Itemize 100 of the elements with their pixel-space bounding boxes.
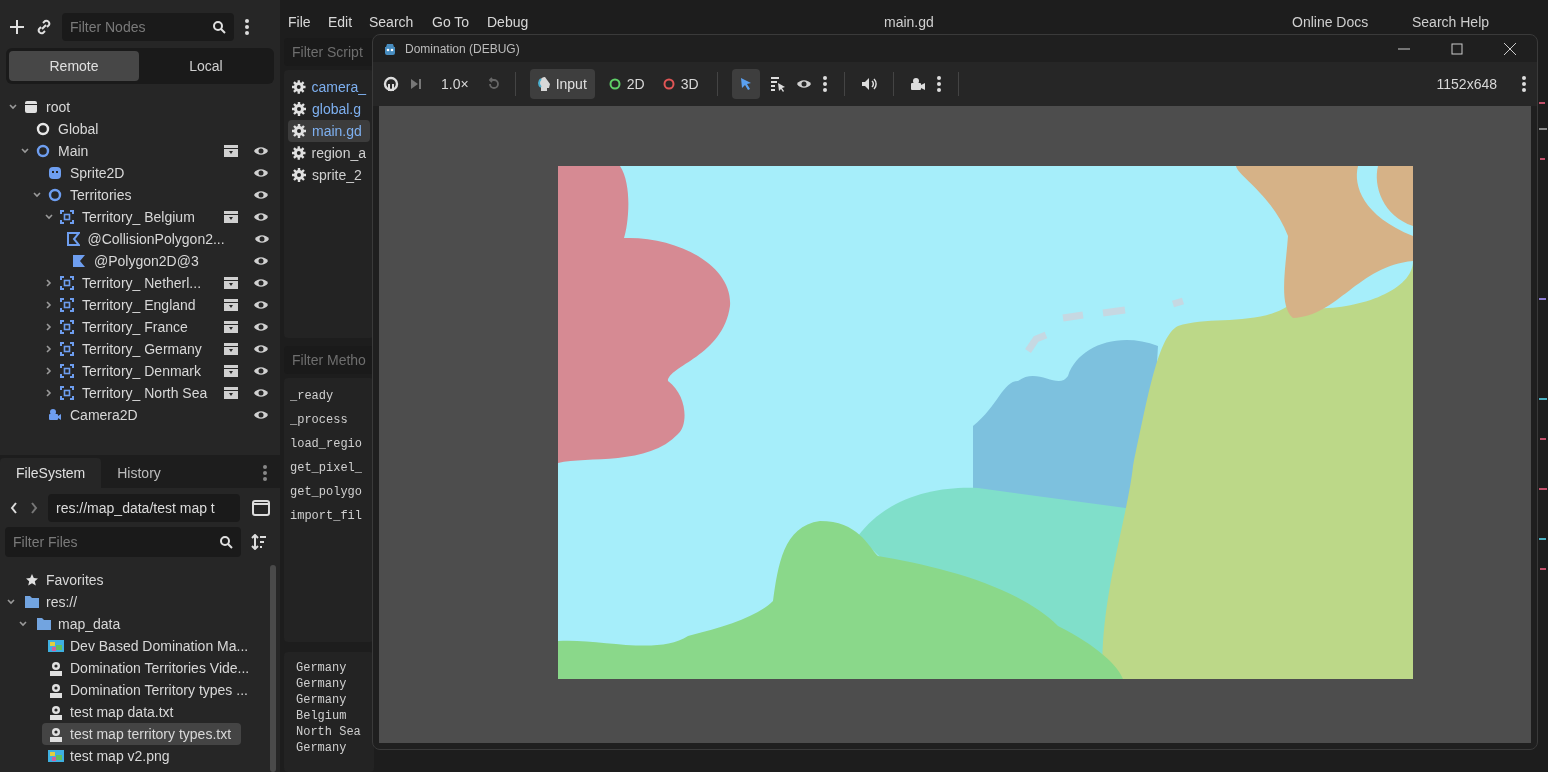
- mode-button[interactable]: 2D: [604, 69, 649, 99]
- camera-icon[interactable]: [909, 77, 926, 91]
- tab[interactable]: History: [101, 458, 177, 488]
- file-label[interactable]: test map data.txt: [70, 701, 174, 723]
- node-label[interactable]: @Polygon2D@3: [94, 250, 199, 272]
- node-label[interactable]: Territories: [70, 184, 132, 206]
- script-item[interactable]: camera_: [288, 76, 370, 98]
- menu-item[interactable]: Edit: [328, 14, 353, 30]
- eye-icon[interactable]: [253, 299, 269, 311]
- more-icon[interactable]: [1521, 75, 1527, 93]
- eye-icon[interactable]: [253, 145, 269, 157]
- menu-item[interactable]: Go To: [432, 14, 470, 30]
- back-icon[interactable]: [10, 501, 18, 515]
- node-label[interactable]: root: [46, 96, 71, 118]
- scrollbar[interactable]: [270, 565, 276, 772]
- chevron-right-icon[interactable]: [44, 366, 54, 376]
- node-label[interactable]: Territory_ England: [82, 294, 196, 316]
- method-item[interactable]: _process: [290, 408, 368, 432]
- file-label[interactable]: test map v2.png: [70, 745, 170, 767]
- chevron-right-icon[interactable]: [44, 344, 54, 354]
- node-label[interactable]: Main: [58, 140, 89, 162]
- pointer-button[interactable]: [731, 69, 760, 99]
- clapperboard-icon[interactable]: [223, 298, 239, 312]
- node-label[interactable]: Camera2D: [70, 404, 138, 426]
- link-icon[interactable]: [36, 19, 52, 35]
- eye-icon[interactable]: [253, 255, 269, 267]
- step-icon[interactable]: [409, 77, 423, 91]
- chevron-down-icon[interactable]: [8, 102, 18, 112]
- path-field[interactable]: res://map_data/test map t: [48, 494, 240, 522]
- method-item[interactable]: import_fil: [290, 504, 368, 528]
- chevron-right-icon[interactable]: [44, 322, 54, 332]
- clapperboard-icon[interactable]: [223, 210, 239, 224]
- sort-icon[interactable]: [251, 534, 267, 550]
- script-item[interactable]: sprite_2: [288, 164, 370, 186]
- filter-files-field[interactable]: Filter Files: [5, 527, 241, 557]
- node-label[interactable]: Territory_ North Sea: [82, 382, 208, 404]
- clapperboard-icon[interactable]: [223, 364, 239, 378]
- tab[interactable]: Remote: [9, 51, 139, 81]
- node-label[interactable]: Territory_ Netherl...: [82, 272, 202, 294]
- script-item[interactable]: main.gd: [288, 120, 370, 142]
- forward-icon[interactable]: [30, 501, 38, 515]
- pause-icon[interactable]: [383, 76, 399, 92]
- method-item[interactable]: load_regio: [290, 432, 368, 456]
- node-label[interactable]: Sprite2D: [70, 162, 125, 184]
- speed-label[interactable]: 1.0×: [441, 73, 469, 95]
- add-icon[interactable]: [8, 18, 26, 36]
- chevron-down-icon[interactable]: [20, 146, 30, 156]
- eye-icon[interactable]: [253, 409, 269, 421]
- file-label[interactable]: Dev Based Domination Ma...: [70, 635, 249, 657]
- file-label[interactable]: map_data: [58, 613, 121, 635]
- method-item[interactable]: get_polygo: [290, 480, 368, 504]
- list-pointer-icon[interactable]: [769, 76, 786, 92]
- eye-icon[interactable]: [253, 167, 269, 179]
- filter-nodes-field[interactable]: Filter Nodes: [62, 13, 234, 41]
- menu-item[interactable]: Search: [369, 14, 414, 30]
- close-icon[interactable]: [1503, 41, 1517, 56]
- file-label[interactable]: Domination Territories Vide...: [70, 657, 250, 679]
- eye-icon[interactable]: [253, 343, 269, 355]
- eye-icon[interactable]: [253, 211, 269, 223]
- menu-item[interactable]: File: [288, 14, 311, 30]
- node-label[interactable]: Territory_ Germany: [82, 338, 202, 360]
- maximize-icon[interactable]: [1451, 42, 1463, 55]
- node-label[interactable]: Territory_ Denmark: [82, 360, 202, 382]
- speaker-icon[interactable]: [860, 77, 877, 91]
- mode-button[interactable]: 3D: [658, 69, 703, 99]
- tab[interactable]: Local: [141, 51, 271, 81]
- menu-item[interactable]: Debug: [487, 14, 529, 30]
- script-item[interactable]: region_a: [288, 142, 370, 164]
- more-icon[interactable]: [821, 75, 828, 93]
- eye-icon[interactable]: [253, 233, 270, 245]
- method-item[interactable]: get_pixel_: [290, 456, 368, 480]
- eye-icon[interactable]: [253, 189, 269, 201]
- clapperboard-icon[interactable]: [223, 386, 239, 400]
- more-icon[interactable]: [262, 464, 268, 482]
- eye-icon[interactable]: [253, 321, 269, 333]
- clapperboard-icon[interactable]: [223, 144, 239, 158]
- file-label[interactable]: Favorites: [46, 569, 104, 591]
- file-label[interactable]: test map territory types.txt: [70, 723, 232, 745]
- file-label[interactable]: res://: [46, 591, 78, 613]
- selected-file-row[interactable]: test map territory types.txt: [42, 723, 242, 745]
- more-icon[interactable]: [244, 18, 250, 36]
- mode-button[interactable]: Input: [529, 69, 595, 99]
- file-label[interactable]: Domination Territory types ...: [70, 679, 248, 701]
- chevron-down-icon[interactable]: [44, 212, 54, 222]
- eye-icon[interactable]: [253, 387, 269, 399]
- method-item[interactable]: _ready: [290, 384, 368, 408]
- tab[interactable]: FileSystem: [0, 458, 102, 488]
- node-label[interactable]: Territory_ Belgium: [82, 206, 195, 228]
- chevron-down-icon[interactable]: [18, 619, 28, 629]
- help-link[interactable]: Online Docs: [1292, 14, 1369, 30]
- chevron-right-icon[interactable]: [44, 300, 54, 310]
- eye-icon[interactable]: [795, 78, 812, 90]
- clapperboard-icon[interactable]: [223, 276, 239, 290]
- more-icon[interactable]: [935, 75, 942, 93]
- eye-icon[interactable]: [253, 277, 269, 289]
- clapperboard-icon[interactable]: [223, 320, 239, 334]
- node-label[interactable]: Global: [58, 118, 99, 140]
- chevron-right-icon[interactable]: [44, 388, 54, 398]
- clapperboard-icon[interactable]: [223, 342, 239, 356]
- node-label[interactable]: @CollisionPolygon2...: [87, 228, 225, 250]
